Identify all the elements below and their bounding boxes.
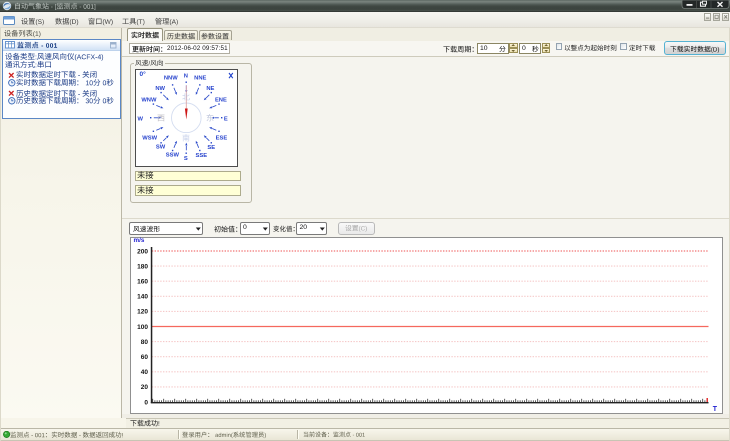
svg-text:W: W — [137, 116, 143, 122]
svg-text:160: 160 — [137, 279, 148, 286]
svg-text:E: E — [224, 116, 228, 122]
svg-text:S: S — [184, 156, 188, 162]
svg-text:140: 140 — [137, 294, 148, 301]
svg-text:T: T — [712, 406, 717, 413]
svg-text:120: 120 — [137, 309, 148, 316]
svg-text:NW: NW — [155, 86, 165, 92]
svg-text:200: 200 — [137, 248, 148, 255]
svg-text:SSW: SSW — [166, 152, 180, 158]
svg-text:SE: SE — [207, 145, 215, 151]
svg-text:60: 60 — [140, 354, 148, 361]
svg-text:ESE: ESE — [216, 135, 228, 141]
svg-text:NNE: NNE — [194, 75, 206, 81]
svg-text:100: 100 — [137, 324, 148, 331]
svg-text:SSE: SSE — [195, 153, 207, 159]
svg-text:80: 80 — [140, 339, 148, 346]
svg-text:N: N — [184, 73, 188, 79]
svg-text:0: 0 — [144, 399, 148, 406]
svg-text:NNW: NNW — [164, 75, 178, 81]
svg-text:WNW: WNW — [141, 97, 157, 103]
svg-text:ENE: ENE — [215, 97, 227, 103]
svg-text:WSW: WSW — [142, 135, 157, 141]
svg-text:SW: SW — [156, 144, 166, 150]
svg-text:20: 20 — [140, 384, 148, 391]
svg-text:180: 180 — [137, 263, 148, 270]
svg-text:40: 40 — [140, 369, 148, 376]
svg-text:NE: NE — [206, 86, 214, 92]
